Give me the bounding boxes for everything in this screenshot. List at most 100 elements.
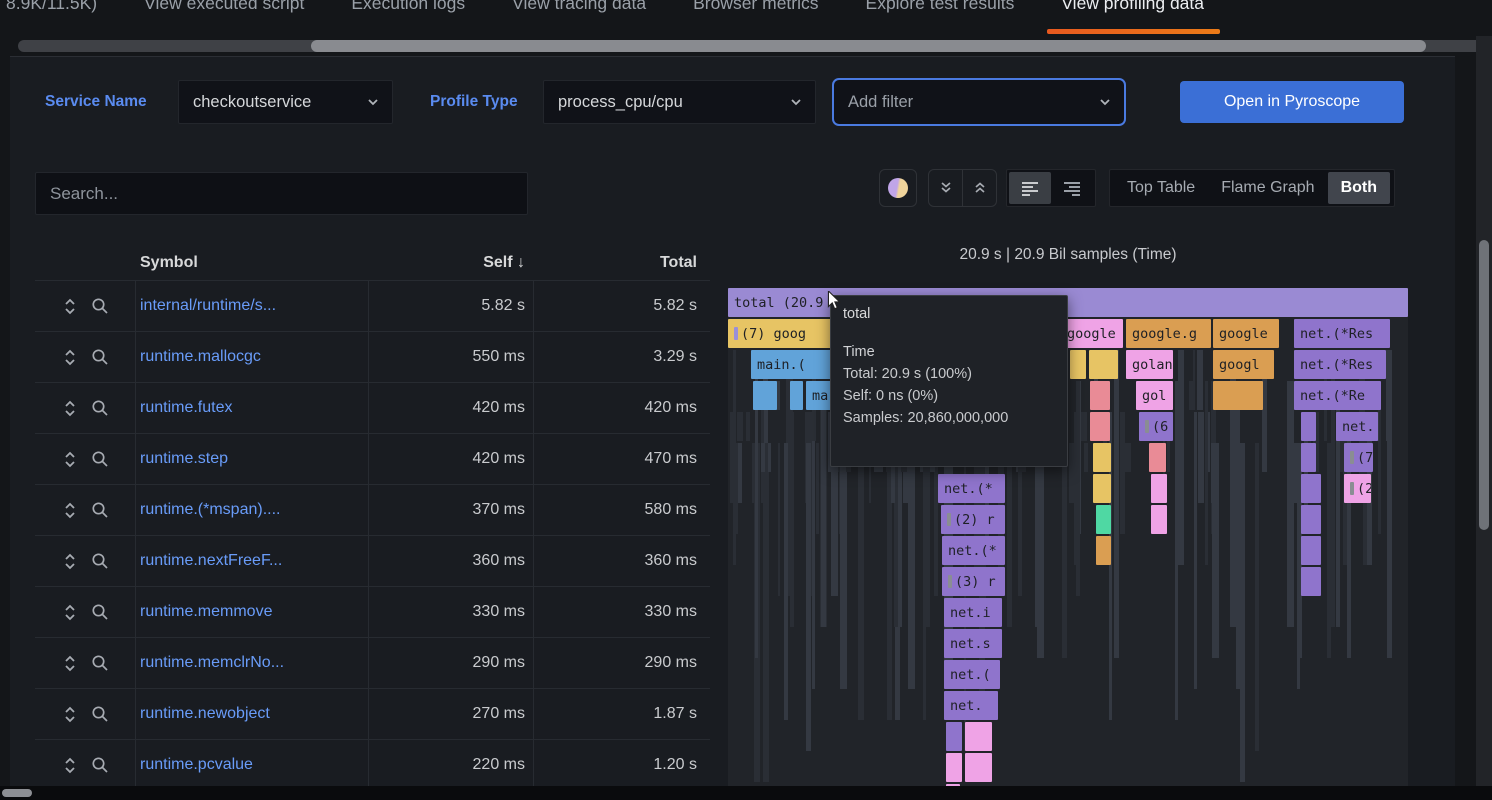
flame-bar[interactable]: google bbox=[1213, 319, 1279, 348]
profile-type-select[interactable]: process_cpu/cpu bbox=[543, 80, 816, 124]
flame-bar[interactable]: net. bbox=[1336, 412, 1378, 441]
column-header-total[interactable]: Total bbox=[533, 254, 710, 272]
view-option-top-table[interactable]: Top Table bbox=[1114, 172, 1208, 204]
tab-8-9k-11-5k-[interactable]: 8.9K/11.5K) bbox=[6, 0, 97, 36]
symbol-link[interactable]: runtime.futex bbox=[135, 399, 368, 417]
horizontal-scrollbar-track[interactable] bbox=[18, 40, 1492, 52]
row-expand-button[interactable] bbox=[61, 654, 79, 673]
flame-bar[interactable] bbox=[1090, 381, 1110, 410]
flame-bar[interactable] bbox=[965, 753, 992, 782]
color-scheme-button[interactable] bbox=[879, 169, 917, 207]
flame-bar[interactable]: (3) r bbox=[942, 567, 1005, 596]
tab-view-profiling-data[interactable]: View profiling data bbox=[1061, 0, 1204, 36]
column-header-symbol[interactable]: Symbol bbox=[135, 254, 368, 272]
flame-bar[interactable]: net.(*Res bbox=[1294, 350, 1386, 379]
flame-bar[interactable] bbox=[946, 784, 960, 786]
flame-bar[interactable] bbox=[1093, 474, 1111, 503]
flame-bar[interactable] bbox=[753, 381, 777, 410]
tab-execution-logs[interactable]: Execution logs bbox=[351, 0, 465, 36]
tab-view-executed-script[interactable]: View executed script bbox=[144, 0, 304, 36]
flame-bar[interactable] bbox=[1301, 474, 1321, 503]
flame-bar[interactable] bbox=[1090, 412, 1110, 441]
expand-all-button[interactable] bbox=[962, 170, 996, 206]
symbol-link[interactable]: runtime.(*mspan).... bbox=[135, 501, 368, 519]
flame-bar[interactable] bbox=[1089, 350, 1118, 379]
vertical-scrollbar-track[interactable] bbox=[1476, 36, 1492, 786]
flame-bar[interactable]: net.(*Re bbox=[1294, 381, 1381, 410]
collapse-all-button[interactable] bbox=[929, 170, 962, 206]
flame-bar[interactable]: net.i bbox=[944, 598, 1002, 627]
flame-bar[interactable] bbox=[1301, 536, 1321, 565]
flame-bar[interactable] bbox=[1096, 505, 1111, 534]
align-left-button[interactable] bbox=[1009, 172, 1051, 204]
row-search-button[interactable] bbox=[91, 297, 109, 315]
row-expand-button[interactable] bbox=[61, 450, 79, 469]
align-right-button[interactable] bbox=[1051, 172, 1093, 204]
row-search-button[interactable] bbox=[91, 552, 109, 570]
flame-bar[interactable] bbox=[1093, 443, 1111, 472]
search-input[interactable] bbox=[35, 172, 528, 215]
row-expand-button[interactable] bbox=[61, 297, 79, 316]
flame-bar[interactable] bbox=[946, 722, 962, 751]
row-expand-button[interactable] bbox=[61, 348, 79, 367]
horizontal-scrollbar-thumb[interactable] bbox=[311, 40, 1426, 52]
open-in-pyroscope-button[interactable]: Open in Pyroscope bbox=[1180, 81, 1404, 123]
row-search-button[interactable] bbox=[91, 756, 109, 774]
row-search-button[interactable] bbox=[91, 603, 109, 621]
flame-bar[interactable]: (2) r bbox=[941, 505, 1005, 534]
flame-bar[interactable] bbox=[1213, 381, 1263, 410]
row-expand-button[interactable] bbox=[61, 399, 79, 418]
symbol-link[interactable]: runtime.pcvalue bbox=[135, 756, 368, 774]
add-filter-select[interactable]: Add filter bbox=[832, 78, 1126, 126]
row-search-button[interactable] bbox=[91, 501, 109, 519]
vertical-scrollbar-thumb[interactable] bbox=[1479, 240, 1489, 530]
flame-bar[interactable]: (7 bbox=[1344, 443, 1373, 472]
flame-bar[interactable] bbox=[965, 722, 992, 751]
row-expand-button[interactable] bbox=[61, 501, 79, 520]
flame-bar[interactable]: golan bbox=[1126, 350, 1173, 379]
flame-bar[interactable]: google bbox=[1061, 319, 1123, 348]
flame-bar[interactable]: net.(* bbox=[938, 474, 1005, 503]
flame-bar[interactable] bbox=[1151, 474, 1167, 503]
symbol-link[interactable]: runtime.memmove bbox=[135, 603, 368, 621]
flame-bar[interactable]: net. bbox=[944, 691, 998, 720]
view-option-both[interactable]: Both bbox=[1328, 172, 1390, 204]
row-search-button[interactable] bbox=[91, 654, 109, 672]
row-search-button[interactable] bbox=[91, 348, 109, 366]
bottom-scrollbar-thumb[interactable] bbox=[2, 789, 32, 797]
view-option-flame-graph[interactable]: Flame Graph bbox=[1208, 172, 1327, 204]
row-expand-button[interactable] bbox=[61, 705, 79, 724]
row-expand-button[interactable] bbox=[61, 603, 79, 622]
tab-view-tracing-data[interactable]: View tracing data bbox=[512, 0, 646, 36]
symbol-link[interactable]: runtime.memclrNo... bbox=[135, 654, 368, 672]
flame-bar[interactable] bbox=[1149, 443, 1166, 472]
flame-bar[interactable] bbox=[1301, 505, 1321, 534]
flame-bar[interactable]: googl bbox=[1213, 350, 1274, 379]
flame-bar[interactable]: gol bbox=[1136, 381, 1173, 410]
flame-bar[interactable] bbox=[946, 753, 962, 782]
flame-bar[interactable] bbox=[1301, 567, 1321, 596]
flame-bar[interactable] bbox=[1070, 350, 1086, 379]
symbol-link[interactable]: runtime.newobject bbox=[135, 705, 368, 723]
column-header-self[interactable]: Self ↓ bbox=[368, 254, 533, 272]
tab-explore-test-results[interactable]: Explore test results bbox=[866, 0, 1015, 36]
row-search-button[interactable] bbox=[91, 705, 109, 723]
flame-bar[interactable]: (6 bbox=[1139, 412, 1173, 441]
symbol-link[interactable]: runtime.mallocgc bbox=[135, 348, 368, 366]
symbol-link[interactable]: internal/runtime/s... bbox=[135, 297, 368, 315]
flame-bar[interactable]: net.( bbox=[944, 660, 1000, 689]
flame-bar[interactable] bbox=[1301, 412, 1316, 441]
service-name-select[interactable]: checkoutservice bbox=[178, 80, 393, 124]
tab-browser-metrics[interactable]: Browser metrics bbox=[693, 0, 818, 36]
row-search-button[interactable] bbox=[91, 399, 109, 417]
flame-bar[interactable]: google.g bbox=[1126, 319, 1211, 348]
flame-bar[interactable]: (2 bbox=[1344, 474, 1371, 503]
flame-bar[interactable] bbox=[1301, 443, 1316, 472]
row-search-button[interactable] bbox=[91, 450, 109, 468]
flame-bar[interactable] bbox=[1096, 536, 1111, 565]
flame-bar[interactable]: net.(*Res bbox=[1294, 319, 1390, 348]
flame-bar[interactable] bbox=[1151, 505, 1167, 534]
flame-bar[interactable] bbox=[790, 381, 803, 410]
symbol-link[interactable]: runtime.step bbox=[135, 450, 368, 468]
symbol-link[interactable]: runtime.nextFreeF... bbox=[135, 552, 368, 570]
